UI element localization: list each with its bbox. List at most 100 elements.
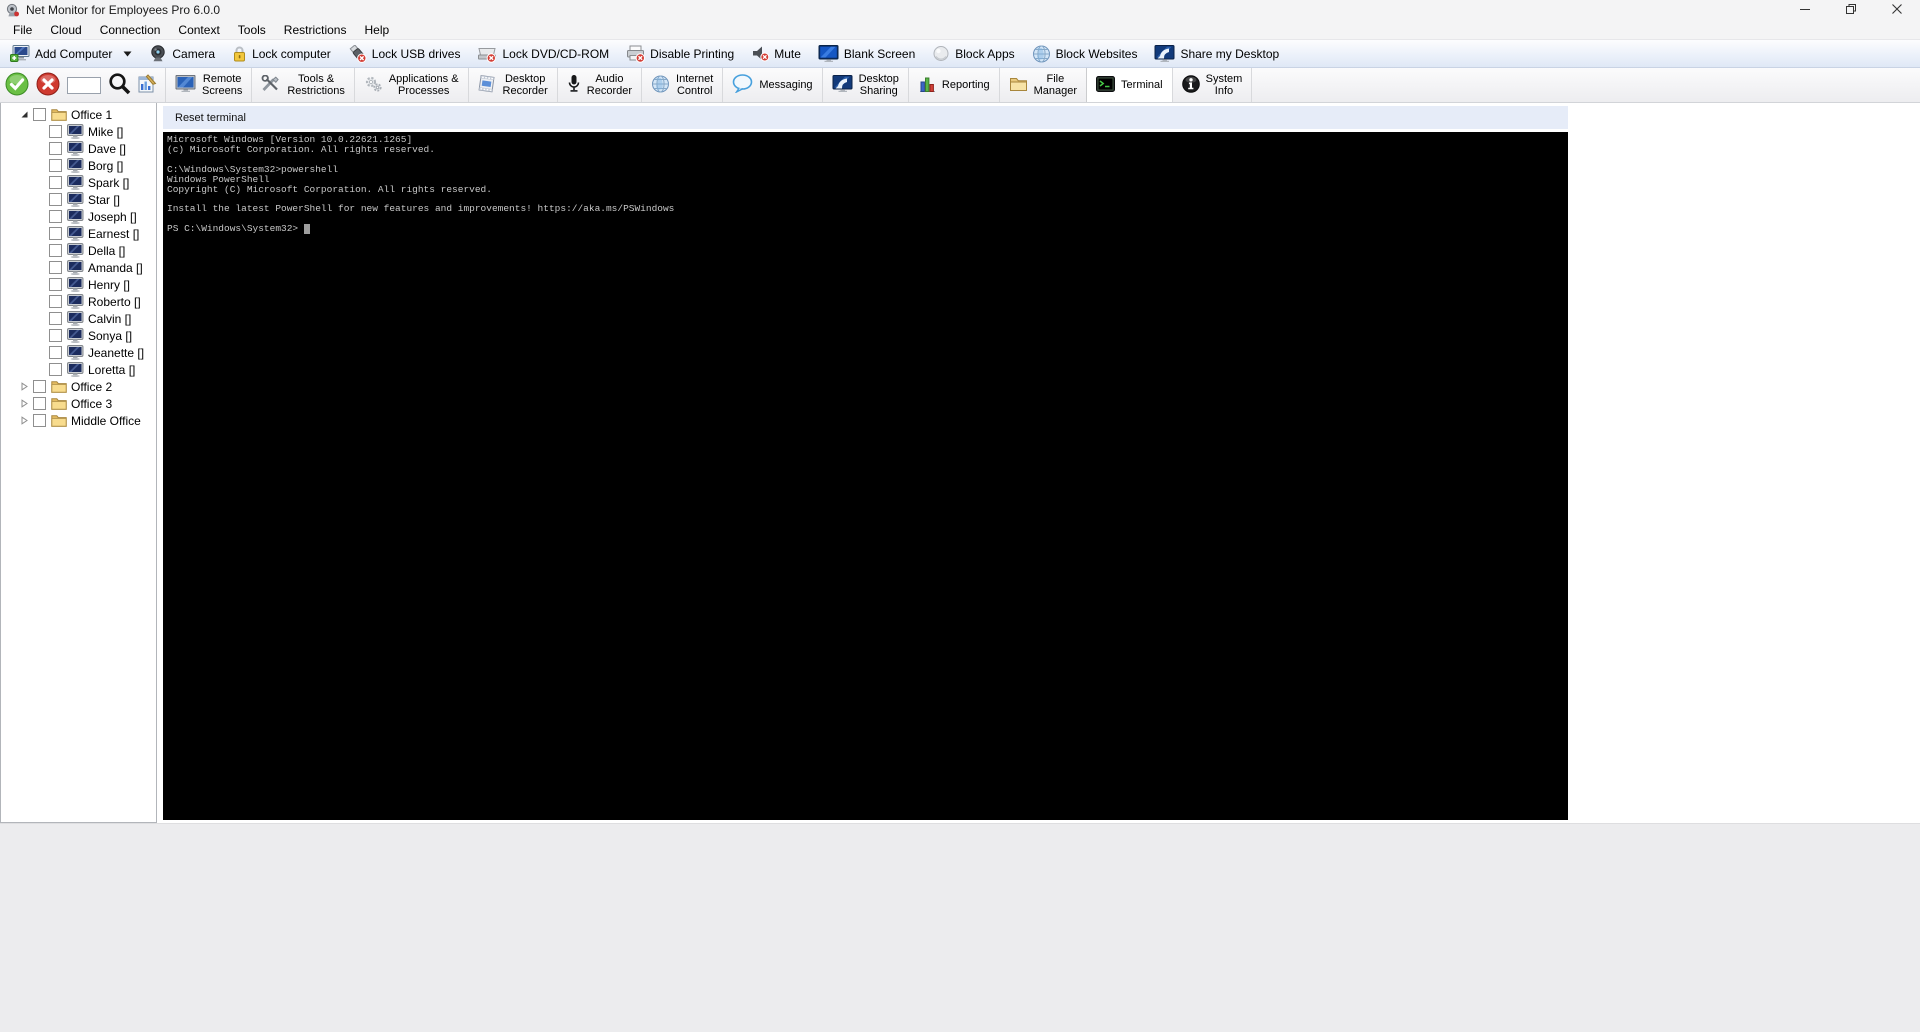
menu-file[interactable]: File bbox=[4, 22, 41, 38]
computer-checkbox[interactable] bbox=[49, 295, 62, 308]
reset-terminal-button[interactable]: Reset terminal bbox=[175, 112, 246, 124]
tab-internet-control[interactable]: Internet Control bbox=[642, 68, 724, 102]
lock-computer-icon bbox=[232, 45, 247, 62]
expander-collapsed-icon[interactable] bbox=[20, 399, 33, 408]
minimize-button[interactable] bbox=[1782, 0, 1828, 20]
menu-help[interactable]: Help bbox=[355, 22, 398, 38]
lock-dvd-button[interactable]: Lock DVD/CD-ROM bbox=[477, 45, 609, 63]
tree-computer-roberto[interactable]: Roberto [] bbox=[1, 293, 156, 310]
mute-button[interactable]: Mute bbox=[751, 45, 801, 62]
group-checkbox[interactable] bbox=[33, 380, 46, 393]
computer-checkbox[interactable] bbox=[49, 142, 62, 155]
computer-checkbox[interactable] bbox=[49, 159, 62, 172]
tree-computer-della[interactable]: Della [] bbox=[1, 242, 156, 259]
search-button[interactable] bbox=[108, 72, 131, 98]
disconnect-x-icon bbox=[36, 72, 60, 99]
group-checkbox[interactable] bbox=[33, 414, 46, 427]
tree-computer-spark[interactable]: Spark [] bbox=[1, 174, 156, 191]
log-viewer-icon bbox=[138, 73, 157, 97]
tree-computer-henry[interactable]: Henry [] bbox=[1, 276, 156, 293]
menu-restrictions[interactable]: Restrictions bbox=[275, 22, 356, 38]
tab-tools-restrictions[interactable]: Tools & Restrictions bbox=[252, 68, 355, 102]
tree-group-office-2[interactable]: Office 2 bbox=[1, 378, 156, 395]
connect-button[interactable] bbox=[5, 72, 29, 99]
computer-checkbox[interactable] bbox=[49, 278, 62, 291]
tab-remote-screens[interactable]: Remote Screens bbox=[166, 68, 253, 102]
computer-label: Joseph [] bbox=[88, 209, 137, 224]
tree-computer-dave[interactable]: Dave [] bbox=[1, 140, 156, 157]
terminal-output[interactable]: Microsoft Windows [Version 10.0.22621.12… bbox=[163, 132, 1568, 820]
computer-label: Della [] bbox=[88, 243, 126, 258]
disable-printing-button[interactable]: Disable Printing bbox=[626, 45, 734, 63]
tab-messaging[interactable]: Messaging bbox=[723, 68, 823, 102]
search-input[interactable] bbox=[67, 76, 101, 94]
computer-checkbox[interactable] bbox=[49, 227, 62, 240]
tab-system-info[interactable]: System Info bbox=[1173, 68, 1253, 102]
computer-label: Spark [] bbox=[88, 175, 130, 190]
tree-computer-earnest[interactable]: Earnest [] bbox=[1, 225, 156, 242]
expander-collapsed-icon[interactable] bbox=[20, 382, 33, 391]
camera-button[interactable]: Camera bbox=[149, 45, 215, 62]
computer-checkbox[interactable] bbox=[49, 329, 62, 342]
computer-checkbox[interactable] bbox=[49, 210, 62, 223]
tree-computer-star[interactable]: Star [] bbox=[1, 191, 156, 208]
computer-checkbox[interactable] bbox=[49, 125, 62, 138]
tab-label: Internet Control bbox=[676, 73, 714, 97]
tree-computer-loretta[interactable]: Loretta [] bbox=[1, 361, 156, 378]
expander-expanded-icon[interactable] bbox=[20, 110, 33, 119]
computer-icon bbox=[67, 175, 84, 190]
computer-checkbox[interactable] bbox=[49, 244, 62, 257]
computer-icon bbox=[67, 345, 84, 360]
lock-computer-button[interactable]: Lock computer bbox=[232, 45, 331, 62]
caret-down-icon[interactable] bbox=[123, 51, 132, 57]
tree-group-office-3[interactable]: Office 3 bbox=[1, 395, 156, 412]
menu-cloud[interactable]: Cloud bbox=[41, 22, 90, 38]
window-controls bbox=[1782, 0, 1920, 20]
restore-button[interactable] bbox=[1828, 0, 1874, 20]
disconnect-button[interactable] bbox=[36, 72, 60, 99]
group-label: Office 2 bbox=[71, 379, 113, 394]
expander-collapsed-icon[interactable] bbox=[20, 416, 33, 425]
lock-usb-drives-button[interactable]: Lock USB drives bbox=[348, 44, 460, 63]
computer-checkbox[interactable] bbox=[49, 346, 62, 359]
log-viewer-button[interactable] bbox=[138, 73, 157, 97]
menu-tools[interactable]: Tools bbox=[229, 22, 275, 38]
tab-label: Tools & Restrictions bbox=[287, 73, 345, 97]
terminal-cursor bbox=[303, 224, 310, 235]
tab-audio-recorder[interactable]: Audio Recorder bbox=[558, 68, 643, 102]
close-button[interactable] bbox=[1874, 0, 1920, 20]
computer-icon bbox=[67, 311, 84, 326]
tree-computer-jeanette[interactable]: Jeanette [] bbox=[1, 344, 156, 361]
tree-computer-sonya[interactable]: Sonya [] bbox=[1, 327, 156, 344]
tree-computer-calvin[interactable]: Calvin [] bbox=[1, 310, 156, 327]
tree-computer-mike[interactable]: Mike [] bbox=[1, 123, 156, 140]
tree-group-office-1[interactable]: Office 1 bbox=[1, 106, 156, 123]
tab-terminal[interactable]: Terminal bbox=[1086, 68, 1173, 102]
computer-checkbox[interactable] bbox=[49, 261, 62, 274]
tab-applications-processes[interactable]: Applications & Processes bbox=[355, 68, 469, 102]
menu-connection[interactable]: Connection bbox=[91, 22, 170, 38]
tree-computer-borg[interactable]: Borg [] bbox=[1, 157, 156, 174]
block-apps-button[interactable]: Block Apps bbox=[932, 45, 1015, 62]
menu-context[interactable]: Context bbox=[169, 22, 228, 38]
tab-desktop-sharing[interactable]: Desktop Sharing bbox=[823, 68, 909, 102]
computer-checkbox[interactable] bbox=[49, 363, 62, 376]
add-computer-button[interactable]: Add Computer bbox=[10, 45, 132, 62]
computer-tree-panel: Office 1 Mike [] Dave [] Borg [] Spark [] Sta… bbox=[0, 103, 157, 823]
search-icon bbox=[108, 72, 131, 98]
tree-computer-joseph[interactable]: Joseph [] bbox=[1, 208, 156, 225]
computer-checkbox[interactable] bbox=[49, 312, 62, 325]
tab-desktop-recorder[interactable]: Desktop Recorder bbox=[469, 68, 558, 102]
folder-icon bbox=[51, 108, 67, 121]
computer-checkbox[interactable] bbox=[49, 176, 62, 189]
block-websites-button[interactable]: Block Websites bbox=[1032, 45, 1137, 63]
computer-checkbox[interactable] bbox=[49, 193, 62, 206]
group-checkbox[interactable] bbox=[33, 108, 46, 121]
share-my-desktop-button[interactable]: Share my Desktop bbox=[1154, 45, 1279, 62]
tree-group-middle-office[interactable]: Middle Office bbox=[1, 412, 156, 429]
blank-screen-button[interactable]: Blank Screen bbox=[818, 45, 915, 62]
group-checkbox[interactable] bbox=[33, 397, 46, 410]
tab-reporting[interactable]: Reporting bbox=[909, 68, 1000, 102]
tab-file-manager[interactable]: File Manager bbox=[1000, 68, 1088, 102]
tree-computer-amanda[interactable]: Amanda [] bbox=[1, 259, 156, 276]
